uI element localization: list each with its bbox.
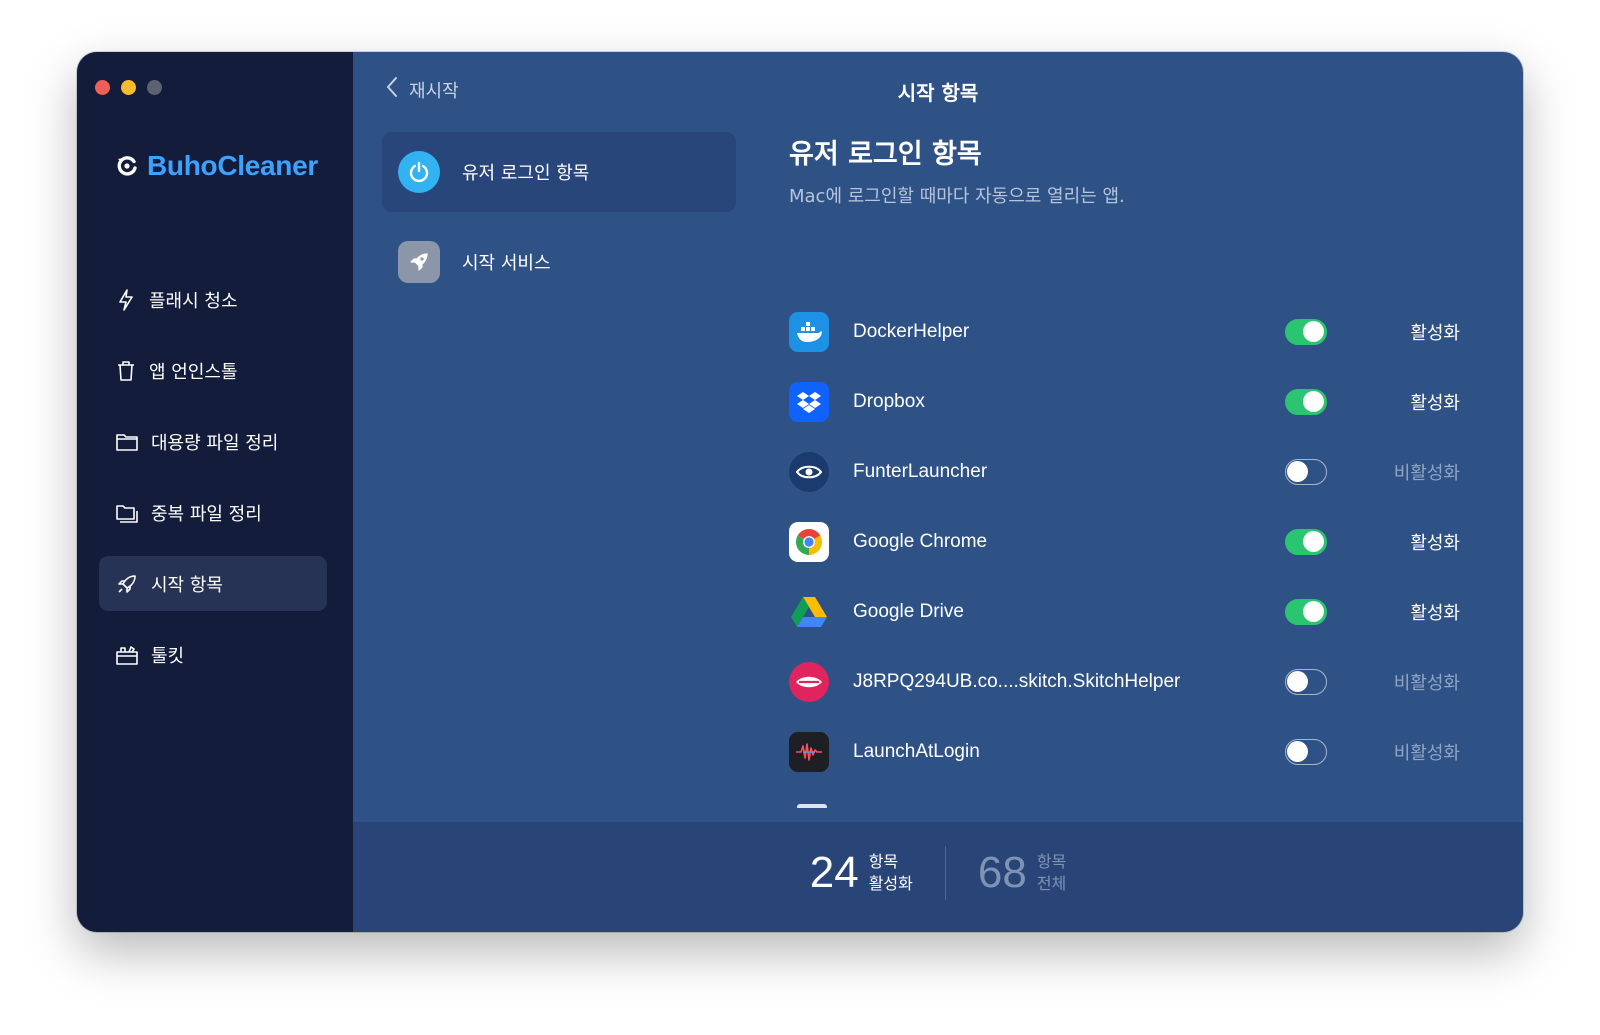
status-label: 비활성화 [1393, 463, 1460, 484]
total-stat: 68 항목 전체 [978, 848, 1066, 898]
list-item: Google Chrome 활성화 [789, 507, 1460, 577]
list-item: Google Drive 활성화 [789, 577, 1460, 647]
list-item: FunterLauncher 비활성화 [789, 437, 1460, 507]
toggle-knob [1303, 601, 1324, 622]
login-items-list: DockerHelper 활성화 Dropbox 활성화 FunterLaunc… [789, 297, 1460, 787]
toggle-knob [1287, 741, 1308, 762]
sidebar-item-label: 대용량 파일 정리 [151, 432, 279, 454]
close-window-button[interactable] [95, 80, 110, 95]
sidebar-item-label: 시작 항목 [151, 574, 223, 596]
toggle-knob [1287, 671, 1308, 692]
section-title: 유저 로그인 항목 [789, 139, 982, 170]
total-label-top: 항목 [1036, 852, 1067, 871]
status-label: 비활성화 [1393, 673, 1460, 694]
app-name: DockerHelper [853, 321, 970, 342]
sidebar-item-label: 플래시 청소 [149, 290, 238, 312]
sidebar: BuhoCleaner 플래시 청소 앱 언인스톨 대용량 파일 정리 중복 파… [77, 52, 353, 932]
app-name: FunterLauncher [853, 461, 988, 482]
sidebar-item-large-files[interactable]: 대용량 파일 정리 [99, 414, 327, 469]
sidebar-item-duplicate-files[interactable]: 중복 파일 정리 [99, 485, 327, 540]
minimize-window-button[interactable] [121, 80, 136, 95]
main-content: 재시작 시작 항목 유저 로그인 항목 시작 서비스 유저 로그인 항목 Mac… [353, 52, 1523, 932]
list-item: J8RPQ294UB.co....skitch.SkitchHelper 비활성… [789, 647, 1460, 717]
app-toggle[interactable] [1285, 529, 1327, 555]
category-label: 유저 로그인 항목 [462, 163, 590, 184]
app-window: BuhoCleaner 플래시 청소 앱 언인스톨 대용량 파일 정리 중복 파… [77, 52, 1523, 932]
sidebar-item-app-uninstall[interactable]: 앱 언인스톨 [99, 343, 327, 398]
brand: BuhoCleaner [115, 150, 318, 182]
power-icon [398, 151, 440, 193]
enabled-label: 항목 활성화 [869, 851, 913, 895]
status-label: 활성화 [1410, 393, 1460, 414]
stats: 24 항목 활성화 68 항목 전체 [353, 846, 1523, 900]
total-count: 68 [977, 848, 1027, 897]
status-label: 활성화 [1410, 533, 1460, 554]
sidebar-item-startup-items[interactable]: 시작 항목 [99, 556, 327, 611]
toolkit-icon [115, 643, 139, 667]
toggle-knob [1303, 531, 1324, 552]
category-user-login-items[interactable]: 유저 로그인 항목 [382, 132, 736, 212]
duplicate-folder-icon [115, 502, 139, 524]
app-toggle[interactable] [1285, 669, 1327, 695]
next-list-item-peek [797, 804, 827, 808]
dropbox-icon [789, 382, 829, 422]
eye-icon [789, 452, 829, 492]
toggle-knob [1303, 321, 1324, 342]
category-label: 시작 서비스 [462, 253, 551, 274]
list-item: DockerHelper 활성화 [789, 297, 1460, 367]
app-toggle[interactable] [1285, 739, 1327, 765]
rocket-icon [398, 241, 440, 283]
category-list: 유저 로그인 항목 시작 서비스 [382, 132, 736, 312]
app-toggle[interactable] [1285, 319, 1327, 345]
summary-footer: 24 항목 활성화 68 항목 전체 [353, 822, 1523, 932]
toggle-knob [1303, 391, 1324, 412]
app-name: Dropbox [853, 391, 925, 412]
toggle-knob [1287, 461, 1308, 482]
list-item: Dropbox 활성화 [789, 367, 1460, 437]
app-name: Google Chrome [853, 531, 988, 552]
waveform-icon [789, 732, 829, 772]
total-label-bottom: 전체 [1036, 874, 1067, 893]
category-startup-services[interactable]: 시작 서비스 [382, 222, 736, 302]
app-name: J8RPQ294UB.co....skitch.SkitchHelper [853, 671, 1181, 692]
trash-icon [115, 359, 137, 383]
enabled-label-top: 항목 [868, 852, 899, 871]
sidebar-item-label: 중복 파일 정리 [151, 503, 262, 525]
chrome-icon [789, 522, 829, 562]
sidebar-item-label: 툴킷 [151, 645, 185, 667]
window-controls [95, 80, 162, 95]
page-title: 시작 항목 [897, 81, 979, 105]
sidebar-item-flash-clean[interactable]: 플래시 청소 [99, 272, 327, 327]
total-label: 항목 전체 [1037, 851, 1066, 895]
section-description: Mac에 로그인할 때마다 자동으로 열리는 앱. [789, 186, 1125, 207]
enabled-label-bottom: 활성화 [868, 874, 913, 893]
divider [944, 846, 946, 900]
zoom-window-button[interactable] [147, 80, 162, 95]
folder-icon [115, 431, 139, 453]
app-toggle[interactable] [1285, 389, 1327, 415]
status-label: 활성화 [1410, 603, 1460, 624]
skitch-icon [789, 662, 829, 702]
status-label: 비활성화 [1393, 743, 1460, 764]
rocket-icon [115, 572, 139, 596]
sidebar-item-toolkit[interactable]: 툴킷 [99, 627, 327, 682]
list-item: LaunchAtLogin 비활성화 [789, 717, 1460, 787]
app-name: LaunchAtLogin [853, 741, 980, 762]
status-label: 활성화 [1410, 323, 1460, 344]
sidebar-nav: 플래시 청소 앱 언인스톨 대용량 파일 정리 중복 파일 정리 시작 항목 툴… [99, 272, 327, 698]
enabled-stat: 24 항목 활성화 [810, 848, 913, 898]
google-drive-icon [789, 592, 829, 632]
docker-icon [789, 312, 829, 352]
app-toggle[interactable] [1285, 459, 1327, 485]
buho-logo-icon [115, 154, 139, 178]
bolt-icon [115, 288, 137, 312]
app-toggle[interactable] [1285, 599, 1327, 625]
enabled-count: 24 [809, 848, 859, 897]
brand-name: BuhoCleaner [147, 150, 318, 181]
sidebar-item-label: 앱 언인스톨 [149, 361, 238, 383]
app-name: Google Drive [853, 601, 964, 622]
top-bar: 재시작 시작 항목 [353, 52, 1523, 127]
